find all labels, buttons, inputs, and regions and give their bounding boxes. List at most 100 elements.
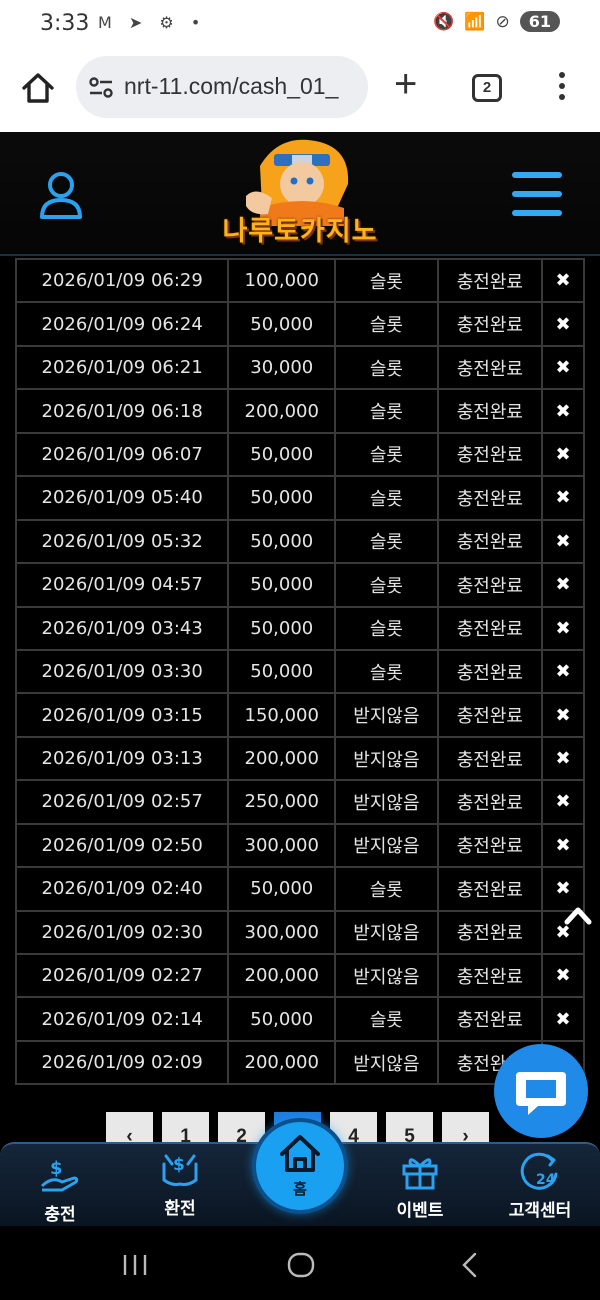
row-amount: 300,000 [227,909,337,956]
back-icon[interactable] [458,1252,482,1278]
status-time: 3:33 [40,11,90,36]
tab-switcher-button[interactable]: 2 [472,74,502,102]
wifi-icon: 📶 [464,11,486,32]
table-row: 2026/01/09 03:13 200,000 받지않음 충전완료 ✖ [14,735,585,782]
delete-icon[interactable]: ✖ [541,562,585,608]
table-row: 2026/01/09 06:29 100,000 슬롯 충전완료 ✖ [14,257,585,304]
status-bar: 3:33 M ➤ ⚙ • 🔇 📶 ⊘ 61 [0,0,600,46]
delete-icon[interactable]: ✖ [541,648,585,695]
table-row: 2026/01/09 02:40 50,000 슬롯 충전완료 ✖ [14,866,585,912]
nav-deposit[interactable]: $ 충전 [10,1156,110,1225]
row-date: 2026/01/09 06:24 [14,301,230,347]
row-date: 2026/01/09 02:30 [14,909,230,956]
row-status: 충전완료 [436,648,544,695]
row-type: 슬롯 [334,301,439,347]
row-status: 충전완료 [436,301,544,347]
row-amount: 200,000 [227,735,337,782]
deposit-icon: $ [40,1158,79,1192]
site-settings-icon[interactable] [88,76,114,100]
delete-icon[interactable]: ✖ [541,605,585,651]
row-type: 슬롯 [334,344,439,391]
scroll-to-top-icon[interactable] [564,904,592,926]
nav-deposit-label: 충전 [44,1205,76,1225]
delete-icon[interactable]: ✖ [541,779,585,825]
delete-icon[interactable]: ✖ [541,692,585,738]
row-status: 충전완료 [436,344,544,391]
row-date: 2026/01/09 03:13 [14,735,230,782]
row-status: 충전완료 [436,779,544,825]
table-row: 2026/01/09 06:21 30,000 슬롯 충전완료 ✖ [14,344,585,391]
row-type: 슬롯 [334,562,439,608]
row-date: 2026/01/09 02:50 [14,822,230,869]
row-amount: 300,000 [227,822,337,869]
row-status: 충전완료 [436,562,544,608]
browser-menu-icon[interactable] [552,72,572,108]
hamburger-menu-icon[interactable] [512,172,562,216]
delete-icon[interactable]: ✖ [541,822,585,869]
browser-home-icon[interactable] [18,68,58,108]
site-logo[interactable]: 나루토카지노 [220,136,380,252]
row-date: 2026/01/09 02:27 [14,952,230,999]
delete-icon[interactable]: ✖ [541,475,585,521]
row-type: 받지않음 [334,779,439,825]
row-date: 2026/01/09 02:14 [14,996,230,1042]
delete-icon[interactable]: ✖ [541,518,585,565]
row-date: 2026/01/09 06:29 [14,257,230,304]
nav-home-button[interactable]: 홈 [252,1118,348,1214]
svg-text:24: 24 [536,1172,556,1188]
row-date: 2026/01/09 03:30 [14,648,230,695]
row-status: 충전완료 [436,475,544,521]
table-row: 2026/01/09 02:14 50,000 슬롯 충전완료 ✖ [14,996,585,1042]
gift-icon [402,1158,438,1190]
row-type: 슬롯 [334,257,439,304]
row-amount: 50,000 [227,562,337,608]
site-header: 나루토카지노 [0,132,600,256]
recent-apps-icon[interactable] [120,1252,150,1278]
delete-icon[interactable]: ✖ [541,301,585,347]
home-circle-icon[interactable] [286,1252,316,1278]
delete-icon[interactable]: ✖ [541,431,585,478]
row-date: 2026/01/09 02:09 [14,1039,230,1086]
live-chat-button[interactable] [494,1044,588,1138]
dnd-icon: ⊘ [495,11,510,32]
row-type: 받지않음 [334,909,439,956]
row-type: 받지않음 [334,1039,439,1086]
row-type: 슬롯 [334,605,439,651]
address-bar[interactable]: nrt-11.com/cash_01_ [76,56,368,118]
table-row: 2026/01/09 03:43 50,000 슬롯 충전완료 ✖ [14,605,585,651]
table-row: 2026/01/09 06:18 200,000 슬롯 충전완료 ✖ [14,388,585,434]
delete-icon[interactable]: ✖ [541,996,585,1042]
row-type: 슬롯 [334,475,439,521]
chat-icon [516,1072,566,1115]
row-status: 충전완료 [436,866,544,912]
nav-event[interactable]: 이벤트 [370,1152,470,1221]
row-amount: 50,000 [227,431,337,478]
row-status: 충전완료 [436,431,544,478]
browser-toolbar: nrt-11.com/cash_01_ + 2 [0,46,600,132]
logo-text: 나루토카지노 [222,216,378,247]
table-row: 2026/01/09 02:30 300,000 받지않음 충전완료 ✖ [14,909,585,956]
row-date: 2026/01/09 06:18 [14,388,230,434]
new-tab-button[interactable]: + [394,64,417,104]
row-date: 2026/01/09 05:32 [14,518,230,565]
table-row: 2026/01/09 06:24 50,000 슬롯 충전완료 ✖ [14,301,585,347]
delete-icon[interactable]: ✖ [541,344,585,391]
row-amount: 50,000 [227,866,337,912]
nav-support[interactable]: 24 고객센터 [490,1150,590,1221]
row-type: 받지않음 [334,692,439,738]
delete-icon[interactable]: ✖ [541,735,585,782]
table-row: 2026/01/09 05:40 50,000 슬롯 충전완료 ✖ [14,475,585,521]
row-amount: 200,000 [227,1039,337,1086]
table-row: 2026/01/09 05:32 50,000 슬롯 충전완료 ✖ [14,518,585,565]
nav-withdraw-label: 환전 [164,1199,196,1219]
row-amount: 50,000 [227,475,337,521]
row-amount: 50,000 [227,518,337,565]
user-icon[interactable] [38,170,84,220]
row-amount: 50,000 [227,996,337,1042]
nav-withdraw[interactable]: $ 환전 [130,1150,230,1219]
row-status: 충전완료 [436,692,544,738]
delete-icon[interactable]: ✖ [541,952,585,999]
delete-icon[interactable]: ✖ [541,257,585,304]
delete-icon[interactable]: ✖ [541,388,585,434]
row-amount: 30,000 [227,344,337,391]
